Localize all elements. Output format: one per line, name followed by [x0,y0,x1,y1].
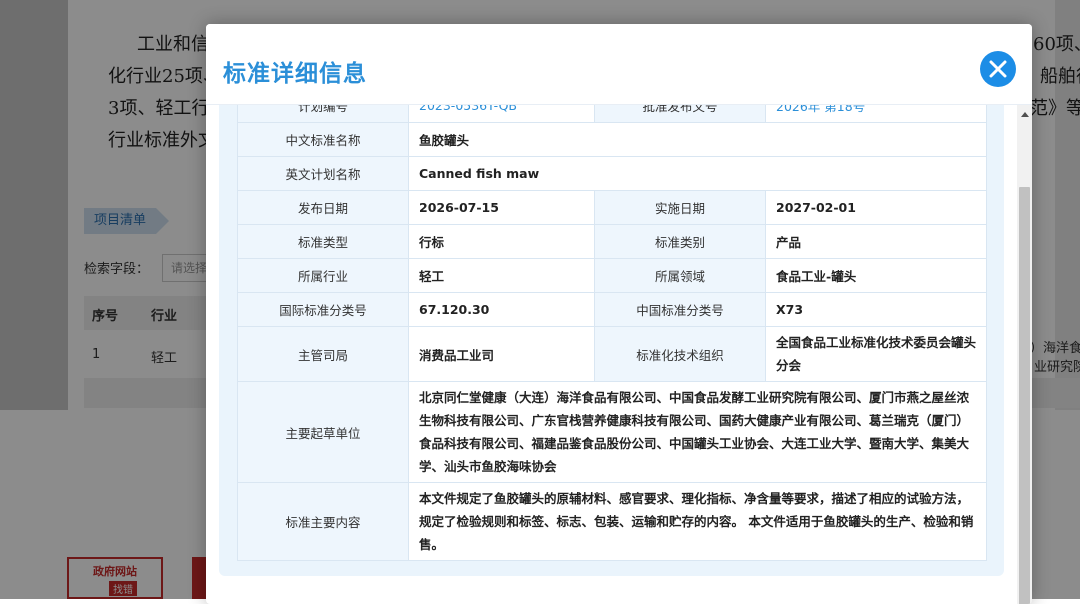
ccs-value: X73 [765,292,987,327]
impl-date-value: 2027-02-01 [765,190,987,225]
scroll-up-arrow-icon[interactable] [1021,112,1029,117]
table-row: 主管司局 消费品工业司 标准化技术组织 全国食品工业标准化技术委员会罐头分会 [237,326,987,382]
std-type-label: 标准类型 [237,224,409,259]
close-button[interactable] [980,51,1016,87]
table-row: 国际标准分类号 67.120.30 中国标准分类号 X73 [237,292,987,327]
table-row: 发布日期 2026-07-15 实施日期 2027-02-01 [237,190,987,225]
ccs-label: 中国标准分类号 [594,292,766,327]
modal-body[interactable]: 计划编号 2023-0536T-QB 批准发布文号 2026年 第18号 中文标… [206,104,1032,604]
table-row: 中文标准名称 鱼胶罐头 [237,122,987,157]
table-row: 英文计划名称 Canned fish maw [237,156,987,191]
tc-value: 全国食品工业标准化技术委员会罐头分会 [765,326,987,382]
scrollbar-thumb[interactable] [1019,187,1030,604]
drafters-value: 北京同仁堂健康（大连）海洋食品有限公司、中国食品发酵工业研究院有限公司、厦门市燕… [408,381,987,483]
table-row: 计划编号 2023-0536T-QB 批准发布文号 2026年 第18号 [237,104,987,123]
table-row: 标准类型 行标 标准类别 产品 [237,224,987,259]
publish-date-label: 发布日期 [237,190,409,225]
std-category-label: 标准类别 [594,224,766,259]
dept-label: 主管司局 [237,326,409,382]
impl-date-label: 实施日期 [594,190,766,225]
std-type-value: 行标 [408,224,595,259]
content-value: 本文件规定了鱼胶罐头的原辅材料、感官要求、理化指标、净含量等要求，描述了相应的试… [408,482,987,561]
publish-date-value: 2026-07-15 [408,190,595,225]
tc-label: 标准化技术组织 [594,326,766,382]
content-label: 标准主要内容 [237,482,409,561]
en-name-label: 英文计划名称 [237,156,409,191]
table-row: 所属行业 轻工 所属领域 食品工业-罐头 [237,258,987,293]
standard-detail-table: 计划编号 2023-0536T-QB 批准发布文号 2026年 第18号 中文标… [237,104,987,561]
ics-label: 国际标准分类号 [237,292,409,327]
close-icon [989,60,1007,78]
cn-name-label: 中文标准名称 [237,122,409,157]
en-name-value: Canned fish maw [408,156,987,191]
modal-header: 标准详细信息 [206,24,1032,105]
modal-scrollbar[interactable] [1017,105,1032,604]
detail-panel: 计划编号 2023-0536T-QB 批准发布文号 2026年 第18号 中文标… [219,104,1004,576]
ics-value: 67.120.30 [408,292,595,327]
domain-value: 食品工业-罐头 [765,258,987,293]
plan-no-label: 计划编号 [237,104,409,123]
dept-value: 消费品工业司 [408,326,595,382]
domain-label: 所属领域 [594,258,766,293]
industry-label: 所属行业 [237,258,409,293]
table-row: 主要起草单位 北京同仁堂健康（大连）海洋食品有限公司、中国食品发酵工业研究院有限… [237,381,987,483]
table-row: 标准主要内容 本文件规定了鱼胶罐头的原辅材料、感官要求、理化指标、净含量等要求，… [237,482,987,561]
standard-detail-modal: 标准详细信息 计划编号 2023-0536T-QB 批准发布文号 2026年 第… [206,24,1032,604]
modal-title: 标准详细信息 [223,61,367,87]
drafters-label: 主要起草单位 [237,381,409,483]
std-category-value: 产品 [765,224,987,259]
industry-value: 轻工 [408,258,595,293]
plan-no-value[interactable]: 2023-0536T-QB [408,104,595,123]
cn-name-value: 鱼胶罐头 [408,122,987,157]
approval-doc-label: 批准发布文号 [594,104,766,123]
approval-doc-value[interactable]: 2026年 第18号 [765,104,987,123]
